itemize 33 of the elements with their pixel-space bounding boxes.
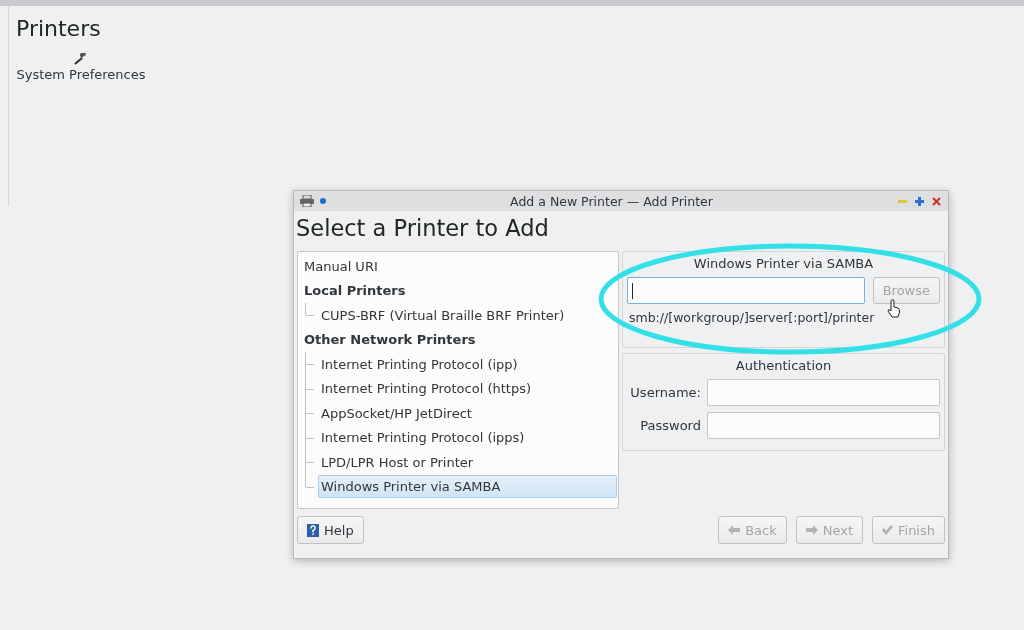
shortcut-label[interactable]: System Preferences [16,67,146,82]
maximize-icon[interactable] [914,195,925,207]
printer-icon [300,195,314,207]
tree-item[interactable]: Manual URI [301,254,617,278]
tree-group[interactable]: Other Network Printers [301,328,617,352]
dot-icon [320,198,326,204]
group-title: Windows Printer via SAMBA [692,256,875,271]
checkmark-icon [882,525,893,535]
field-label: Username: [629,385,701,400]
dialog-heading: Select a Printer to Add [295,214,550,241]
tree-item[interactable]: Internet Printing Protocol (https) [318,377,617,401]
group-title: Authentication [734,358,833,373]
window-title: Add a New Printer — Add Printer [509,193,714,209]
tree-item[interactable]: Internet Printing Protocol (ipps) [318,426,617,450]
left-arrow-icon [728,525,741,535]
uri-hint: smb://[workgroup/]server[:port]/printer [628,310,875,325]
right-arrow-icon [805,525,818,535]
help-button[interactable]: Help [297,516,364,544]
tree-item[interactable]: Internet Printing Protocol (ipp) [318,352,617,376]
tree-item[interactable]: AppSocket/HP JetDirect [318,401,617,425]
close-icon[interactable] [931,195,942,207]
page-title: Printers [16,16,102,41]
input-field[interactable] [707,379,940,406]
wrench-icon[interactable] [74,53,88,65]
tree-item[interactable]: LPD/LPR Host or Printer [318,450,617,474]
field-label: Password [639,418,701,433]
tree-group[interactable]: Local Printers [301,279,617,303]
tree-item[interactable]: CUPS-BRF (Virtual Braille BRF Printer) [318,303,617,327]
uri-field[interactable] [627,277,865,304]
hand-cursor-icon [887,299,901,318]
tree-item[interactable]: Windows Printer via SAMBA [318,475,617,499]
input-field[interactable] [707,412,940,439]
help-icon [307,523,319,537]
